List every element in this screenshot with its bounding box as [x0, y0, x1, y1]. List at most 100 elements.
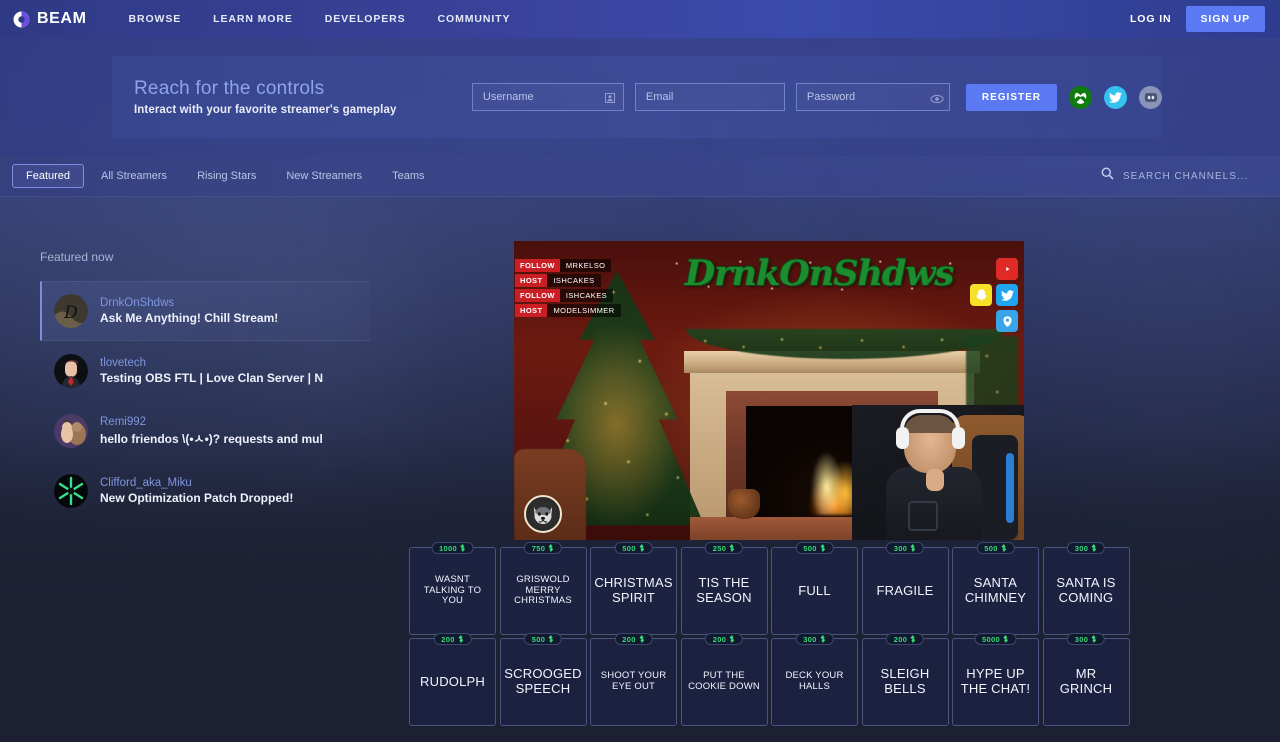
tab-list: Featured All Streamers Rising Stars New … [12, 164, 438, 188]
nav-link-browse[interactable]: BROWSE [129, 13, 182, 25]
twitter-icon[interactable] [1104, 86, 1127, 109]
featured-streams-panel: Featured now D DrnkOnShdws Ask Me Anythi… [40, 250, 370, 521]
hero-subtitle: Interact with your favorite streamer's g… [134, 104, 450, 116]
brand-logo[interactable]: BEAM [13, 10, 87, 28]
control-cost-badge: 250 [705, 542, 743, 554]
control-button-wasnt-talking-to-you[interactable]: 1000 WASNT TALKING TO YOU [409, 547, 496, 635]
tab-teams[interactable]: Teams [379, 165, 437, 187]
control-cost-value: 300 [1075, 635, 1088, 644]
control-cost-value: 200 [622, 635, 635, 644]
alert-type: FOLLOW [515, 259, 560, 272]
control-cost-badge: 300 [1067, 542, 1105, 554]
control-label: MR GRINCH [1050, 667, 1123, 696]
stream-title: Testing OBS FTL | Love Clan Server | N [100, 371, 323, 385]
control-button-santa-chimney[interactable]: 500 SANTA CHIMNEY [952, 547, 1039, 635]
hero-inner-panel: Reach for the controls Interact with you… [112, 56, 1162, 138]
control-cost-badge: 200 [614, 633, 652, 645]
stream-username[interactable]: DrnkOnShdws [100, 297, 278, 309]
login-button[interactable]: LOG IN [1130, 13, 1172, 25]
spark-icon [1091, 635, 1097, 643]
control-button-scrooged-speech[interactable]: 500 SCROOGED SPEECH [500, 638, 587, 726]
control-button-griswold-merry-christmas[interactable]: 750 GRISWOLD MERRY CHRISTMAS [500, 547, 587, 635]
stream-video-player[interactable]: DrnkOnShdws FOLLOW MRKELSO HOST ISHCAKES… [514, 241, 1024, 540]
twitter-icon[interactable] [996, 284, 1018, 306]
control-button-sleigh-bells[interactable]: 200 SLEIGH BELLS [862, 638, 949, 726]
nav-link-learn-more[interactable]: LEARN MORE [213, 13, 293, 25]
control-cost-badge: 200 [433, 633, 471, 645]
eye-toggle-icon[interactable] [930, 91, 942, 103]
streamer-hand [926, 469, 944, 491]
tab-all-streamers[interactable]: All Streamers [88, 165, 180, 187]
control-label: WASNT TALKING TO YOU [416, 575, 489, 607]
control-cost-badge: 300 [886, 542, 924, 554]
periscope-icon[interactable] [996, 310, 1018, 332]
brand-name: BEAM [37, 10, 87, 28]
alert-row: FOLLOW MRKELSO [515, 259, 621, 272]
control-button-put-the-cookie-down[interactable]: 200 PUT THE COOKIE DOWN [681, 638, 768, 726]
email-field[interactable] [635, 83, 785, 111]
list-item[interactable]: Remi992 hello friendos \(•ㅅ•)? requests … [40, 401, 370, 461]
nav-link-developers[interactable]: DEVELOPERS [325, 13, 406, 25]
control-cost-badge: 200 [705, 633, 743, 645]
control-cost-badge: 300 [1067, 633, 1105, 645]
channel-logo-text: DrnkOnShdws [685, 253, 953, 294]
alert-row: HOST ISHCAKES [515, 274, 621, 287]
nav-link-community[interactable]: COMMUNITY [438, 13, 511, 25]
control-button-rudolph[interactable]: 200 RUDOLPH [409, 638, 496, 726]
control-cost-value: 300 [894, 544, 907, 553]
control-button-fragile[interactable]: 300 FRAGILE [862, 547, 949, 635]
spark-icon [910, 544, 916, 552]
control-cost-value: 200 [441, 635, 454, 644]
spark-icon [1003, 635, 1009, 643]
control-cost-badge: 500 [524, 633, 562, 645]
tab-rising-stars[interactable]: Rising Stars [184, 165, 269, 187]
control-label: FULL [798, 584, 831, 599]
tab-featured[interactable]: Featured [12, 164, 84, 188]
spark-icon [1001, 544, 1007, 552]
control-button-hype-up-the-chat[interactable]: 5000 HYPE UP THE CHAT! [952, 638, 1039, 726]
control-button-shoot-your-eye-out[interactable]: 200 SHOOT YOUR EYE OUT [590, 638, 677, 726]
control-label: SCROOGED SPEECH [504, 667, 581, 696]
featured-now-label: Featured now [40, 250, 370, 264]
xbox-icon[interactable] [1069, 86, 1092, 109]
control-button-christmas-spirit[interactable]: 500 CHRISTMAS SPIRIT [590, 547, 677, 635]
beam-logo-icon [13, 11, 30, 28]
control-button-santa-is-coming[interactable]: 300 SANTA IS COMING [1043, 547, 1130, 635]
email-input[interactable] [636, 84, 784, 110]
list-item[interactable]: D DrnkOnShdws Ask Me Anything! Chill Str… [40, 281, 370, 341]
husky-avatar-icon [524, 495, 562, 533]
beam-stream-page: BEAM BROWSE LEARN MORE DEVELOPERS COMMUN… [0, 0, 1280, 742]
alert-username: ISHCAKES [560, 289, 613, 302]
username-field[interactable] [472, 83, 624, 111]
username-input[interactable] [473, 84, 623, 110]
list-item[interactable]: Clifford_aka_Miku New Optimization Patch… [40, 461, 370, 521]
channel-logo-overlay: DrnkOnShdws [664, 247, 974, 299]
stream-username[interactable]: Remi992 [100, 416, 323, 428]
stream-username[interactable]: tlovetech [100, 357, 323, 369]
control-label: HYPE UP THE CHAT! [959, 667, 1032, 696]
search-input[interactable] [1123, 171, 1258, 182]
control-button-full[interactable]: 500 FULL [771, 547, 858, 635]
control-button-deck-your-halls[interactable]: 300 DECK YOUR HALLS [771, 638, 858, 726]
tab-new-streamers[interactable]: New Streamers [273, 165, 375, 187]
spark-icon [820, 635, 826, 643]
control-button-tis-the-season[interactable]: 250 TIS THE SEASON [681, 547, 768, 635]
stream-title: New Optimization Patch Dropped! [100, 491, 293, 505]
signup-button[interactable]: SIGN UP [1186, 6, 1265, 32]
youtube-icon[interactable] [996, 258, 1018, 280]
search-channels[interactable] [1101, 167, 1258, 185]
snapchat-icon[interactable] [970, 284, 992, 306]
stream-username[interactable]: Clifford_aka_Miku [100, 477, 293, 489]
control-cost-value: 500 [803, 544, 816, 553]
list-item[interactable]: tlovetech Testing OBS FTL | Love Clan Se… [40, 341, 370, 401]
discord-icon[interactable] [1139, 86, 1162, 109]
register-button[interactable]: REGISTER [966, 84, 1057, 111]
control-label: SLEIGH BELLS [869, 667, 942, 696]
control-cost-badge: 500 [976, 542, 1014, 554]
control-label: RUDOLPH [420, 675, 485, 690]
password-field[interactable] [796, 83, 950, 111]
control-button-mr-grinch[interactable]: 300 MR GRINCH [1043, 638, 1130, 726]
register-form [472, 83, 950, 111]
password-input[interactable] [797, 84, 949, 110]
hoodie-logo [908, 501, 938, 531]
